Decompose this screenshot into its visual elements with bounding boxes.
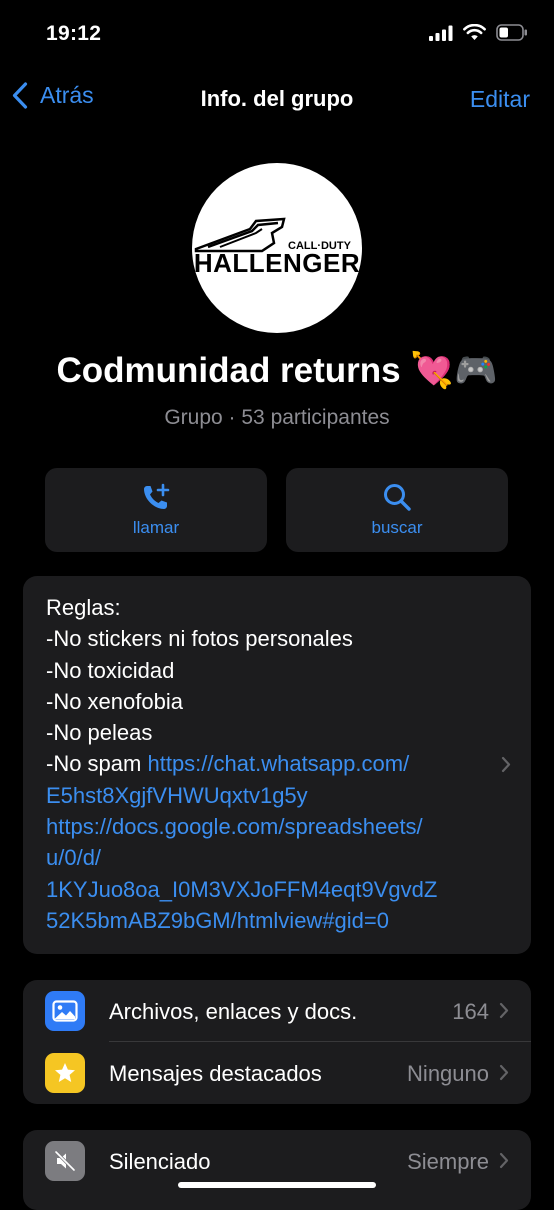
- media-count: 164: [452, 999, 489, 1024]
- star-icon: [45, 1053, 85, 1093]
- group-description-card[interactable]: Reglas: -No stickers ni fotos personales…: [23, 576, 531, 954]
- description-line: -No xenofobia: [46, 688, 183, 714]
- phone-plus-icon: [144, 483, 170, 509]
- status-bar: 19:12: [0, 0, 554, 70]
- photo-icon: [45, 991, 85, 1031]
- search-label: buscar: [371, 518, 423, 537]
- row-media-links-docs[interactable]: Archivos, enlaces y docs. 164: [23, 980, 531, 1042]
- status-icons: [429, 23, 528, 46]
- google-docs-link-part[interactable]: 52K5bmABZ9bGM/htmlview#gid=0: [46, 905, 496, 936]
- media-list-card: Archivos, enlaces y docs. 164 Mensajes d…: [23, 980, 531, 1104]
- google-docs-link-part[interactable]: https://docs.google.com/spreadsheets/: [46, 811, 496, 842]
- chevron-right-icon: [499, 1152, 509, 1174]
- search-icon: [384, 484, 411, 511]
- spam-rule-text: -No spam: [46, 751, 148, 777]
- description-line: -No toxicidad: [46, 657, 175, 683]
- avatar-challenger-text: HALLENGER: [194, 248, 360, 278]
- settings-list-card: Silenciado Siempre: [23, 1130, 531, 1210]
- row-label: Archivos, enlaces y docs.: [109, 999, 358, 1024]
- chevron-right-icon: [499, 1002, 509, 1024]
- chevron-right-icon: [499, 1064, 509, 1086]
- call-button[interactable]: llamar: [45, 468, 267, 552]
- google-docs-link-part[interactable]: 1KYJuo8oa_I0M3VXJoFFM4eqt9VgvdZ: [46, 874, 496, 905]
- chevron-right-icon: [501, 756, 511, 778]
- description-line: Reglas:: [46, 595, 121, 620]
- group-description: Reglas: -No stickers ni fotos personales…: [46, 592, 496, 936]
- whatsapp-link-part[interactable]: E5hst8XgjfVHWUqxtv1g5y: [46, 780, 496, 811]
- nav-bar: Atrás Info. del grupo Editar: [0, 74, 554, 124]
- speaker-muted-icon: [45, 1141, 85, 1181]
- edit-button[interactable]: Editar: [470, 86, 530, 113]
- muted-value: Siempre: [407, 1149, 489, 1174]
- home-indicator[interactable]: [178, 1182, 376, 1188]
- group-avatar[interactable]: CALL·DUTY HALLENGER: [192, 163, 362, 333]
- wifi-icon: [463, 23, 486, 46]
- group-subtitle: Grupo · 53 participantes: [164, 406, 390, 429]
- row-starred-messages[interactable]: Mensajes destacados Ninguno: [23, 1042, 531, 1104]
- call-label: llamar: [132, 518, 180, 537]
- group-name: Codmunidad returns 💘🎮: [56, 351, 498, 390]
- google-docs-link-part[interactable]: u/0/d/: [46, 842, 496, 873]
- row-label: Mensajes destacados: [109, 1061, 322, 1086]
- whatsapp-link-part[interactable]: https://chat.whatsapp.com/: [147, 751, 409, 776]
- row-label: Silenciado: [109, 1149, 211, 1174]
- battery-icon: [496, 24, 528, 46]
- description-line: -No peleas: [46, 720, 153, 746]
- description-line: -No stickers ni fotos personales: [46, 626, 353, 652]
- starred-value: Ninguno: [407, 1061, 489, 1086]
- description-line-spam: -No spam https://chat.whatsapp.com/: [46, 748, 496, 779]
- search-button[interactable]: buscar: [286, 468, 508, 552]
- cellular-signal-icon: [429, 25, 453, 46]
- status-time: 19:12: [46, 22, 102, 45]
